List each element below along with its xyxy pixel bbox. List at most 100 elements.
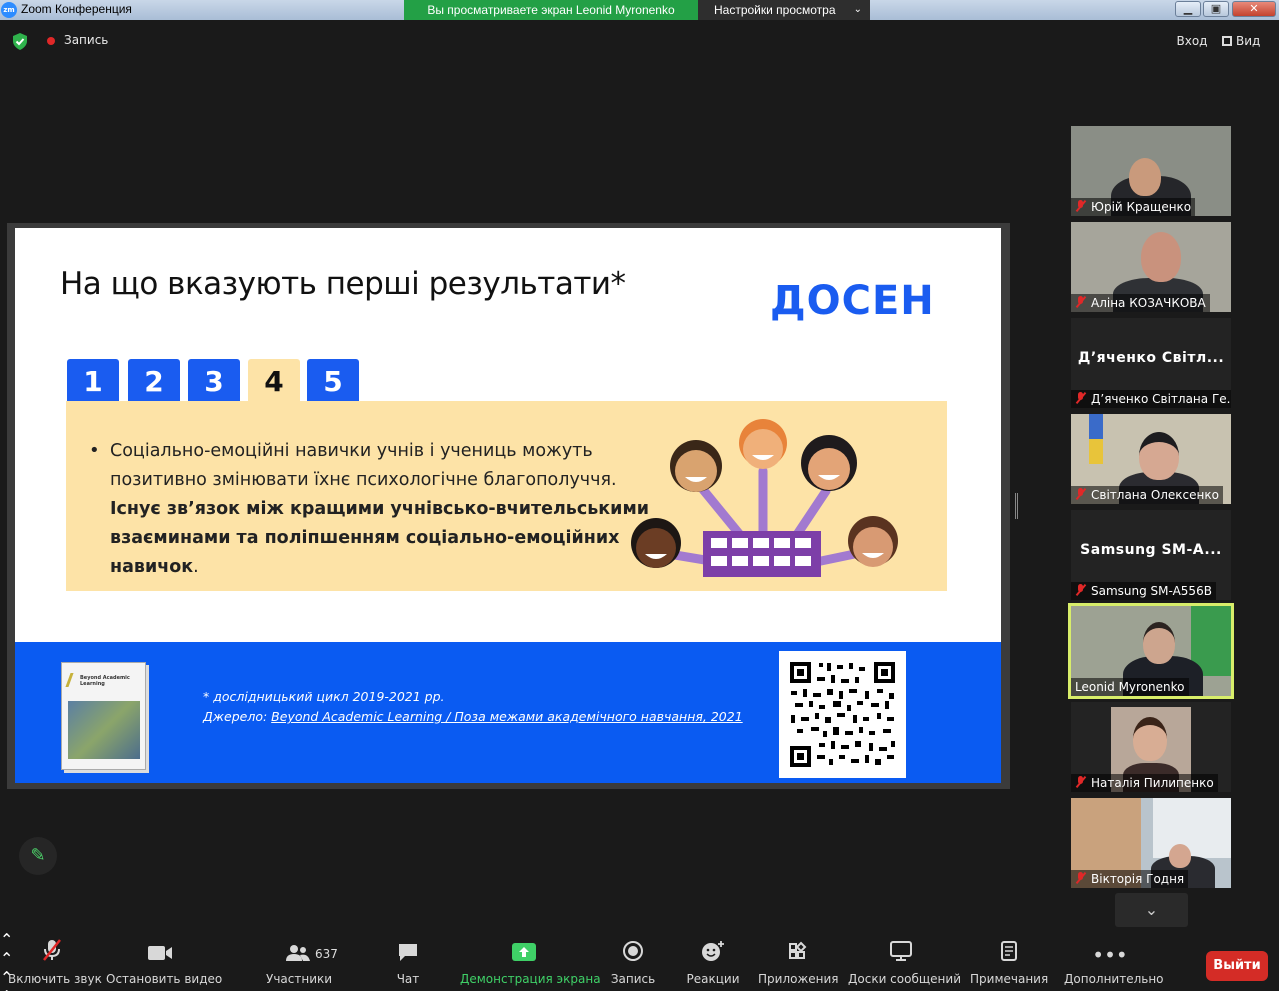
stop-video-button[interactable]: Остановить видео: [106, 930, 223, 991]
whiteboards-button[interactable]: Доски сообщений: [848, 930, 961, 991]
footnote-source: Джерело: Beyond Academic Learning / Поза…: [203, 709, 743, 724]
zoom-logo-icon: zm: [1, 2, 17, 18]
more-dots-icon: •••: [1092, 943, 1128, 967]
oecd-chevron-icon: [65, 673, 79, 687]
emoji-plus-icon: [686, 938, 740, 972]
bullet-text-end: .: [193, 557, 199, 577]
participant-name-text: Наталія Пилипенко: [1091, 776, 1214, 790]
panel-resize-handle[interactable]: [1015, 493, 1018, 519]
participant-name: Наталія Пилипенко: [1071, 774, 1218, 792]
unmute-button[interactable]: Включить звук: [8, 930, 102, 991]
reactions-button[interactable]: Реакции: [686, 930, 740, 991]
mic-muted-icon: [1075, 584, 1086, 596]
mic-muted-icon: [1075, 776, 1086, 788]
participant-name-text: Вікторія Годня: [1091, 872, 1185, 886]
participant-name-text: Юрій Кращенко: [1091, 200, 1192, 214]
participant-tile[interactable]: Аліна КОЗАЧКОВА: [1071, 222, 1231, 312]
source-link[interactable]: Beyond Academic Learning / Поза межами а…: [271, 709, 742, 724]
view-button[interactable]: Вид: [1222, 31, 1272, 51]
mic-muted-icon: [1075, 872, 1086, 884]
qr-code-graphic: [790, 662, 895, 767]
active-speaker-tile[interactable]: Leonid Myronenko: [1068, 603, 1234, 699]
pen-icon: ✎: [30, 845, 46, 866]
participant-name: Leonid Myronenko: [1071, 678, 1189, 696]
participant-tile[interactable]: Д’яченко Світл... Д’яченко Світлана Ге..…: [1071, 318, 1231, 408]
participants-count: 637: [315, 947, 338, 961]
bullet-icon: •: [89, 440, 100, 461]
participant-face: [1139, 432, 1179, 480]
security-shield-icon[interactable]: [12, 33, 28, 50]
reactions-label: Реакции: [686, 972, 740, 986]
participant-tile[interactable]: Samsung SM-A... Samsung SM-A556B: [1071, 510, 1231, 600]
chevron-down-icon: ⌄: [853, 4, 862, 15]
bullet-text: Соціально-емоційні навички учнів і учени…: [110, 437, 670, 582]
participant-face: [1141, 232, 1181, 282]
mic-muted-icon: [1075, 392, 1086, 404]
notes-label: Примечания: [970, 972, 1049, 986]
chat-bubble-icon: [388, 938, 428, 972]
share-screen-button[interactable]: Демонстрация экрана: [460, 930, 601, 991]
more-label: Дополнительно: [1064, 972, 1164, 986]
viewing-share-banner: Вы просматриваете экран Leonid Myronenko: [404, 0, 698, 20]
mic-muted-icon: [1075, 488, 1086, 500]
people-illustration: [631, 419, 898, 577]
chevron-down-icon: ⌄: [1144, 900, 1159, 919]
slide-tab-1: 1: [67, 359, 119, 401]
record-button[interactable]: Запись: [608, 930, 658, 991]
qr-code-image: [779, 651, 906, 778]
minimize-button[interactable]: ▁: [1175, 1, 1201, 17]
book-photo: [68, 701, 140, 759]
more-button[interactable]: ••• Дополнительно: [1064, 930, 1164, 991]
view-label: Вид: [1236, 34, 1261, 48]
participant-display-name: Д’яченко Світл...: [1077, 350, 1225, 366]
title-bar: zm Zoom Конференция Вы просматриваете эк…: [0, 0, 1279, 20]
recording-dot-icon: [47, 37, 55, 45]
source-prefix: Джерело:: [203, 709, 272, 724]
unmute-label: Включить звук: [8, 972, 102, 986]
chat-label: Чат: [396, 972, 420, 986]
background-window: [1153, 798, 1231, 858]
view-options-label: Настройки просмотра: [714, 3, 836, 17]
book-cover-image: Beyond Academic Learning: [61, 662, 146, 770]
participant-name-text: Samsung SM-A556B: [1091, 584, 1212, 598]
slide-tab-5: 5: [307, 359, 359, 401]
share-screen-label: Демонстрация экрана: [460, 972, 601, 986]
flag-image: [1089, 414, 1103, 464]
participant-name: Світлана Олексенко: [1071, 486, 1223, 504]
view-options-button[interactable]: Настройки просмотра ⌄: [698, 0, 870, 20]
enter-button[interactable]: Вход: [1170, 31, 1214, 51]
apps-button[interactable]: Приложения: [758, 930, 839, 991]
participant-tile[interactable]: Юрій Кращенко: [1071, 126, 1231, 216]
notes-icon: [970, 938, 1048, 972]
share-screen-icon: [460, 938, 588, 972]
brand-logo: ДОСЕН: [770, 278, 935, 324]
stop-video-label: Остановить видео: [106, 972, 223, 986]
participants-label: Участники: [266, 972, 333, 986]
participant-face: [1133, 717, 1167, 761]
participant-tile[interactable]: Наталія Пилипенко: [1071, 702, 1231, 792]
participant-tile[interactable]: Вікторія Годня: [1071, 798, 1231, 888]
leave-meeting-button[interactable]: Выйти: [1206, 951, 1268, 981]
maximize-button[interactable]: ▣: [1203, 1, 1229, 17]
book-title: Beyond Academic Learning: [80, 675, 130, 687]
participant-name: Вікторія Годня: [1071, 870, 1189, 888]
participant-name-text: Аліна КОЗАЧКОВА: [1091, 296, 1206, 310]
notes-button[interactable]: Примечания: [970, 930, 1048, 991]
participant-name-text: Світлана Олексенко: [1091, 488, 1219, 502]
participant-name: Samsung SM-A556B: [1071, 582, 1216, 600]
recording-label[interactable]: Запись: [64, 33, 108, 47]
zoom-window: zm Zoom Конференция Вы просматриваете эк…: [0, 0, 1279, 991]
scroll-participants-down-button[interactable]: ⌄: [1115, 893, 1188, 927]
participant-face: [1143, 622, 1175, 664]
participant-tile[interactable]: Світлана Олексенко: [1071, 414, 1231, 504]
participant-face: [1129, 158, 1161, 196]
slide-tab-2: 2: [128, 359, 180, 401]
apps-label: Приложения: [758, 972, 839, 986]
meeting-toolbar: Включить звук ⌃ Остановить видео ⌃ Участ…: [0, 930, 1279, 991]
chat-button[interactable]: Чат: [388, 930, 428, 991]
close-button[interactable]: ✕: [1232, 1, 1276, 17]
participant-display-name: Samsung SM-A...: [1080, 542, 1222, 558]
annotate-pen-button[interactable]: ✎: [19, 837, 57, 875]
participant-face: [1169, 844, 1191, 868]
mic-muted-icon: [8, 938, 96, 972]
